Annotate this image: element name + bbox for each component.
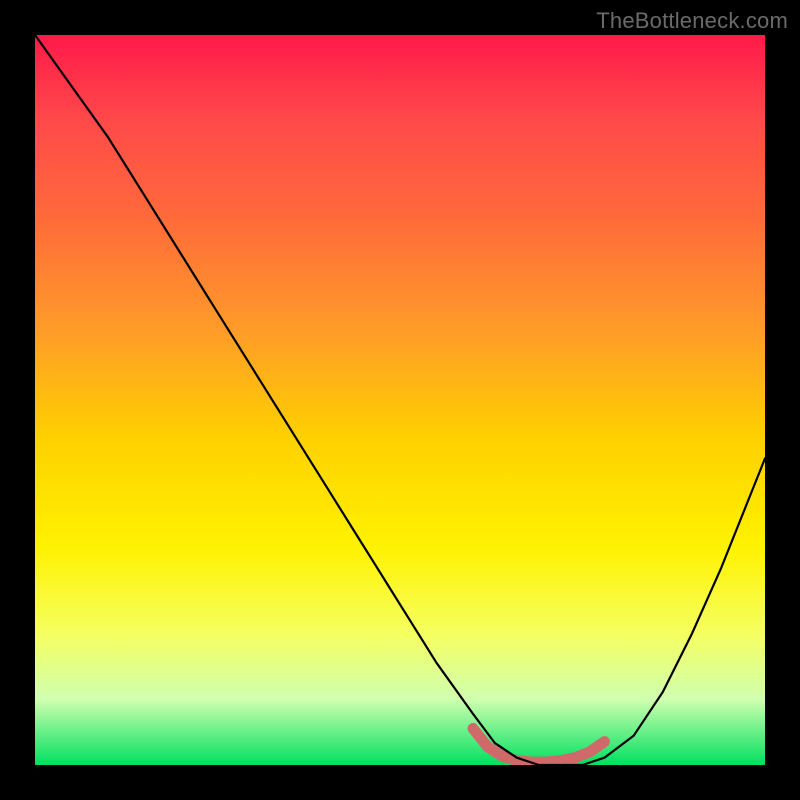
plot-area [35,35,765,765]
chart-svg [35,35,765,765]
watermark-text: TheBottleneck.com [596,8,788,34]
highlight-band [473,729,604,763]
chart-container: TheBottleneck.com [0,0,800,800]
bottleneck-curve [35,35,765,765]
